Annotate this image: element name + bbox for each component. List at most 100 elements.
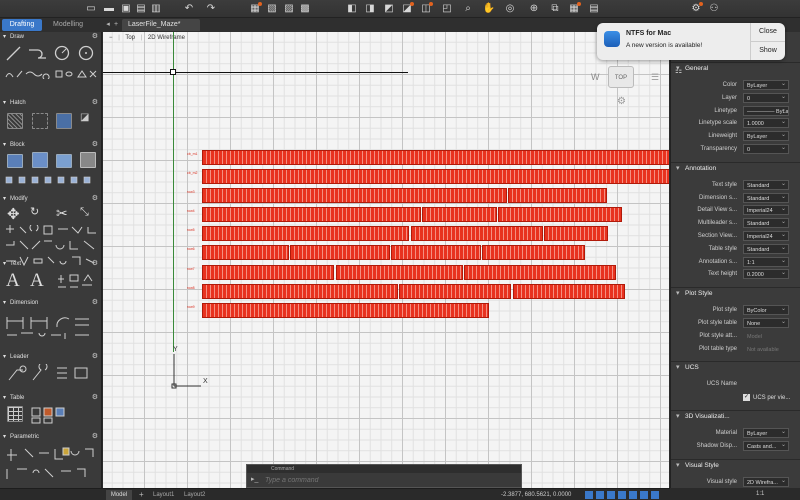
property-value[interactable]: Imperial24 bbox=[743, 205, 789, 216]
view-direction[interactable]: Top bbox=[125, 35, 135, 41]
layer-unisolate-icon[interactable]: ◩ bbox=[383, 3, 395, 15]
property-group-header[interactable]: General bbox=[671, 62, 800, 75]
layer-freeze-icon[interactable]: ◪ bbox=[401, 2, 414, 15]
property-value[interactable]: ByColor bbox=[743, 305, 789, 316]
property-value[interactable]: ByLayer bbox=[743, 80, 789, 90]
maze-segment[interactable] bbox=[544, 226, 608, 241]
table-small-tools[interactable] bbox=[30, 406, 96, 424]
leader-tools-icon[interactable] bbox=[5, 362, 97, 382]
gear-icon[interactable]: ⚙ bbox=[92, 98, 98, 108]
file-tab[interactable]: LaserFile_Maze* bbox=[122, 19, 200, 31]
scale-tool-icon[interactable]: ⤡ bbox=[80, 206, 96, 222]
gear-icon[interactable]: ⚙ bbox=[92, 298, 98, 308]
tab-scroll-left[interactable]: ◂ bbox=[104, 19, 112, 31]
gear-icon[interactable]: ⚙ bbox=[92, 140, 98, 150]
maze-segment[interactable] bbox=[202, 284, 398, 299]
tab-model[interactable]: Model bbox=[106, 490, 132, 500]
single-line-text-icon[interactable]: A bbox=[30, 271, 48, 291]
view-cube-compass[interactable]: ⚙ bbox=[617, 96, 626, 107]
draw-small-tools[interactable] bbox=[4, 69, 99, 81]
view-cube[interactable]: W TOP ☰ ⚙ bbox=[583, 66, 669, 140]
maze-segment[interactable] bbox=[202, 265, 334, 280]
view-cube-west[interactable]: W bbox=[591, 72, 600, 82]
trim-tool-icon[interactable]: ✂ bbox=[56, 205, 72, 221]
maze-segment[interactable] bbox=[422, 207, 497, 222]
edit-block-icon[interactable] bbox=[56, 154, 72, 168]
gradient-tool-icon[interactable] bbox=[56, 113, 72, 129]
orbit-icon[interactable]: ◎ bbox=[504, 3, 516, 15]
parametric-tools-icon[interactable] bbox=[5, 445, 97, 485]
properties-menu-icon[interactable]: ⚏ bbox=[675, 66, 682, 75]
property-value[interactable]: 1:1 bbox=[743, 256, 789, 267]
add-layout-button[interactable]: + bbox=[139, 489, 144, 500]
property-value[interactable]: Model bbox=[743, 331, 789, 341]
save-as-icon[interactable]: ▤ bbox=[135, 3, 147, 15]
section-modify[interactable]: ▾ Modify ⚙ bbox=[0, 194, 101, 204]
maze-segment[interactable] bbox=[202, 226, 409, 241]
tab-layout2[interactable]: Layout2 bbox=[184, 489, 205, 500]
ucs-checkbox[interactable]: ✓ bbox=[743, 394, 750, 402]
layer-states-icon[interactable]: ◧ bbox=[346, 3, 358, 15]
property-value[interactable]: None bbox=[743, 318, 789, 328]
maze-segment[interactable] bbox=[202, 169, 669, 184]
property-group-header[interactable]: 3D Visualizati... bbox=[671, 410, 800, 423]
section-leader[interactable]: ▾ Leader ⚙ bbox=[0, 352, 101, 362]
block-attributes-icon[interactable] bbox=[80, 152, 96, 168]
pan-icon[interactable]: ✋ bbox=[483, 3, 495, 15]
notification-close-button[interactable]: Close bbox=[751, 23, 785, 41]
layer-walk-icon[interactable]: ◰ bbox=[441, 3, 453, 15]
property-value[interactable]: Imperial24 bbox=[743, 231, 789, 241]
table-tool-icon[interactable] bbox=[7, 406, 23, 422]
maze-segment[interactable] bbox=[336, 265, 463, 280]
zoom-icon[interactable]: ⊕ bbox=[528, 3, 540, 15]
print-icon[interactable]: ▦ bbox=[249, 2, 262, 15]
gear-icon[interactable]: ⚙ bbox=[690, 2, 703, 15]
undo-icon[interactable]: ↶ bbox=[183, 3, 195, 15]
dimension-tools-icon[interactable] bbox=[5, 313, 97, 341]
plot-preview-icon[interactable]: ▩ bbox=[299, 3, 311, 15]
property-group-header[interactable]: Visual Style bbox=[671, 459, 800, 472]
section-parametric[interactable]: ▾ Parametric ⚙ bbox=[0, 432, 101, 442]
property-group-header[interactable]: Plot Style bbox=[671, 287, 800, 300]
command-input[interactable] bbox=[265, 474, 515, 486]
tab-drafting[interactable]: Drafting bbox=[2, 19, 42, 31]
property-value[interactable]: Casts and... bbox=[743, 441, 789, 452]
maze-segment[interactable] bbox=[391, 245, 481, 260]
gear-icon[interactable]: ⚙ bbox=[92, 259, 98, 269]
boundary-tool-icon[interactable] bbox=[32, 113, 48, 129]
annotation-scale[interactable]: 1:1 bbox=[756, 488, 764, 500]
text-small-tools[interactable] bbox=[56, 273, 96, 289]
gear-icon[interactable]: ⚙ bbox=[92, 352, 98, 362]
property-value[interactable]: Standard bbox=[743, 243, 789, 254]
open-folder-icon[interactable]: ▬ bbox=[103, 3, 115, 15]
viewport-minus[interactable]: − bbox=[109, 35, 113, 41]
rotate-tool-icon[interactable]: ↻ bbox=[30, 205, 46, 221]
status-toggles[interactable] bbox=[585, 491, 667, 500]
block-small-tools[interactable] bbox=[4, 175, 99, 185]
redo-icon[interactable]: ↷ bbox=[205, 3, 217, 15]
maze-segment[interactable] bbox=[290, 245, 390, 260]
maze-segment[interactable] bbox=[202, 150, 669, 165]
property-value[interactable]: 0.2000 bbox=[743, 269, 789, 280]
gear-icon[interactable]: ⚙ bbox=[92, 32, 98, 42]
multiline-text-icon[interactable]: A bbox=[6, 271, 24, 291]
maze-segment[interactable] bbox=[411, 226, 543, 241]
property-value[interactable]: 1.0000 bbox=[743, 118, 789, 129]
gear-icon[interactable]: ⚙ bbox=[92, 393, 98, 403]
property-value[interactable]: 2D Wirefra... bbox=[743, 477, 789, 487]
insert-block-icon[interactable] bbox=[7, 154, 23, 168]
maze-segment[interactable] bbox=[464, 265, 616, 280]
property-value[interactable]: ByLayer bbox=[743, 131, 789, 142]
viewport-controls[interactable]: − | Top | 2D Wireframe bbox=[109, 35, 189, 41]
create-block-icon[interactable] bbox=[32, 152, 48, 168]
rectangle-tool-icon[interactable] bbox=[78, 45, 94, 61]
section-dimension[interactable]: ▾ Dimension ⚙ bbox=[0, 298, 101, 308]
property-value[interactable]: ————— ByLay... bbox=[743, 105, 789, 116]
notification-show-button[interactable]: Show bbox=[751, 42, 785, 60]
plot-icon[interactable]: ▨ bbox=[283, 3, 295, 15]
maze-segment[interactable] bbox=[202, 245, 289, 260]
maze-segment[interactable] bbox=[508, 188, 607, 203]
view-cube-top[interactable]: TOP bbox=[608, 66, 634, 88]
gear-icon[interactable]: ⚙ bbox=[92, 432, 98, 442]
ucs-per-viewport-row[interactable]: ✓ UCS per vie... bbox=[671, 392, 800, 404]
